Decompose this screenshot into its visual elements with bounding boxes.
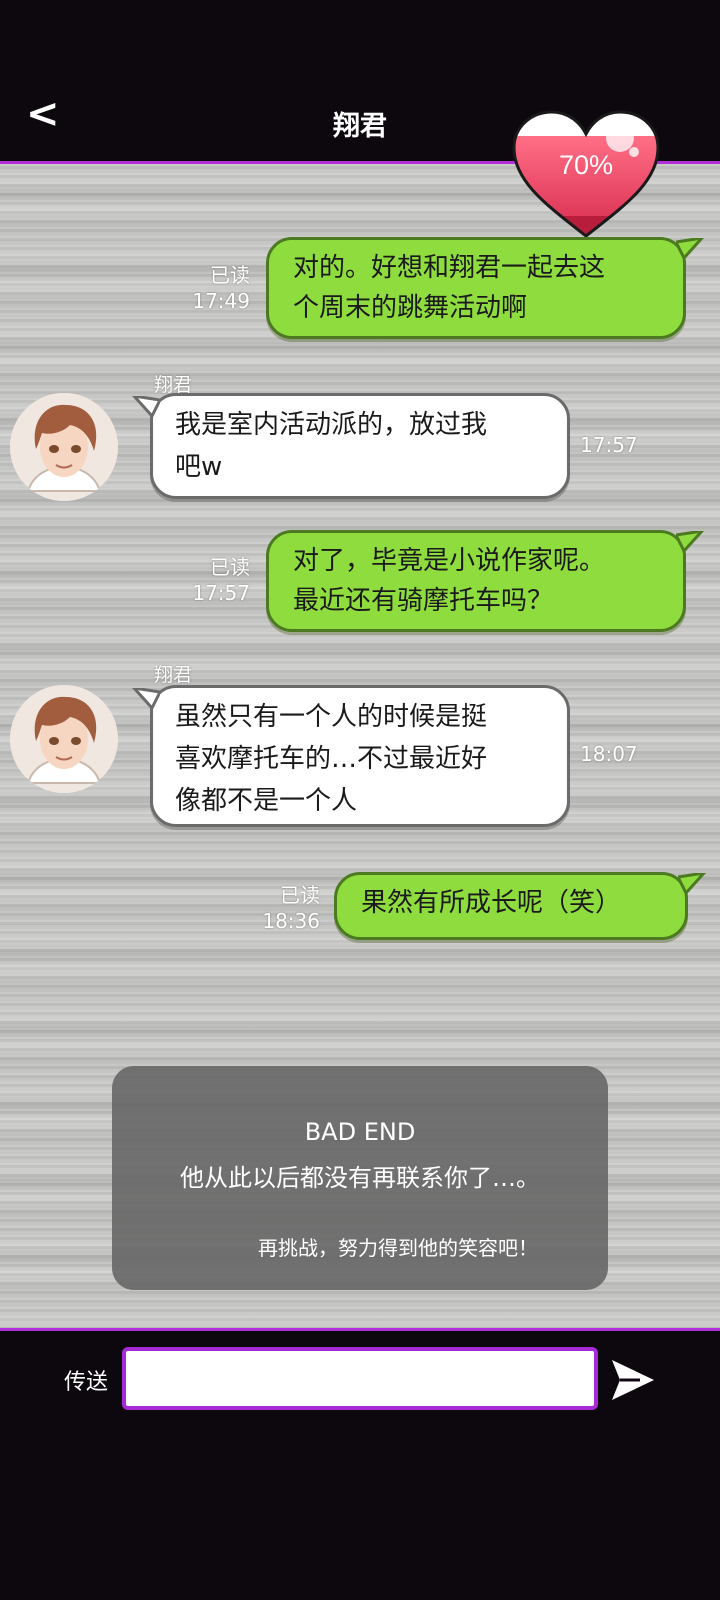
message-line: 我是室内活动派的，放过我 — [175, 410, 488, 440]
bad-end-dialog[interactable]: BAD END 他从此以后都没有再联系你了…。 再挑战，努力得到他的笑容吧！ — [112, 1066, 608, 1290]
send-arrow-icon — [612, 1360, 654, 1400]
message-line: 虽然只有一个人的时候是挺 — [175, 702, 488, 732]
message-meta: 已读 18:36 — [228, 882, 320, 934]
message-line: 对的。好想和翔君一起去这 — [293, 253, 606, 283]
message-line: 像都不是一个人 — [175, 786, 358, 816]
avatar[interactable] — [10, 393, 118, 501]
avatar-portrait-icon — [10, 685, 118, 793]
avatar-portrait-icon — [10, 393, 118, 501]
message-time: 17:57 — [580, 433, 638, 457]
message-bubble-sent[interactable]: 对的。好想和翔君一起去这 个周末的跳舞活动啊 — [266, 237, 686, 339]
send-button[interactable] — [610, 1358, 656, 1402]
bubble-tail — [132, 396, 160, 419]
affection-heart-meter: 70% — [508, 108, 664, 242]
bad-end-title: BAD END — [304, 1118, 416, 1146]
message-bubble-received[interactable]: 我是室内活动派的，放过我 吧w — [150, 393, 570, 499]
message-time: 18:07 — [580, 742, 638, 766]
avatar[interactable] — [10, 685, 118, 793]
message-line: 对了，毕竟是小说作家呢。 — [293, 546, 606, 576]
message-line: 吧w — [175, 452, 223, 482]
bubble-tail — [676, 238, 704, 261]
bubble-tail — [678, 873, 706, 896]
message-line: 喜欢摩托车的…不过最近好 — [175, 744, 488, 774]
message-line: 最近还有骑摩托车吗？ — [293, 586, 554, 616]
message-bubble-sent[interactable]: 对了，毕竟是小说作家呢。 最近还有骑摩托车吗？ — [266, 530, 686, 632]
message-line: 果然有所成长呢（笑） — [361, 888, 622, 918]
read-status: 已读 — [210, 555, 250, 579]
message-input[interactable] — [122, 1347, 598, 1410]
message-line: 个周末的跳舞活动啊 — [293, 293, 528, 323]
message-meta: 已读 17:57 — [160, 554, 250, 606]
retry-prompt[interactable]: 再挑战，努力得到他的笑容吧！ — [258, 1232, 538, 1261]
bubble-tail — [132, 688, 160, 711]
sender-name: 翔君 — [154, 664, 193, 686]
message-bubble-sent[interactable]: 果然有所成长呢（笑） — [334, 872, 688, 940]
message-time: 17:49 — [192, 289, 250, 313]
affection-percent: 70% — [558, 150, 614, 180]
read-status: 已读 — [210, 263, 250, 287]
bad-end-message: 他从此以后都没有再联系你了…。 — [180, 1164, 540, 1192]
read-status: 已读 — [280, 883, 320, 907]
message-meta: 已读 17:49 — [160, 262, 250, 314]
message-time: 17:57 — [192, 581, 250, 605]
message-bubble-received[interactable]: 虽然只有一个人的时候是挺 喜欢摩托车的…不过最近好 像都不是一个人 — [150, 685, 570, 827]
message-time: 18:36 — [262, 909, 320, 933]
send-label: 传送 — [64, 1370, 109, 1395]
bubble-tail — [676, 531, 704, 554]
